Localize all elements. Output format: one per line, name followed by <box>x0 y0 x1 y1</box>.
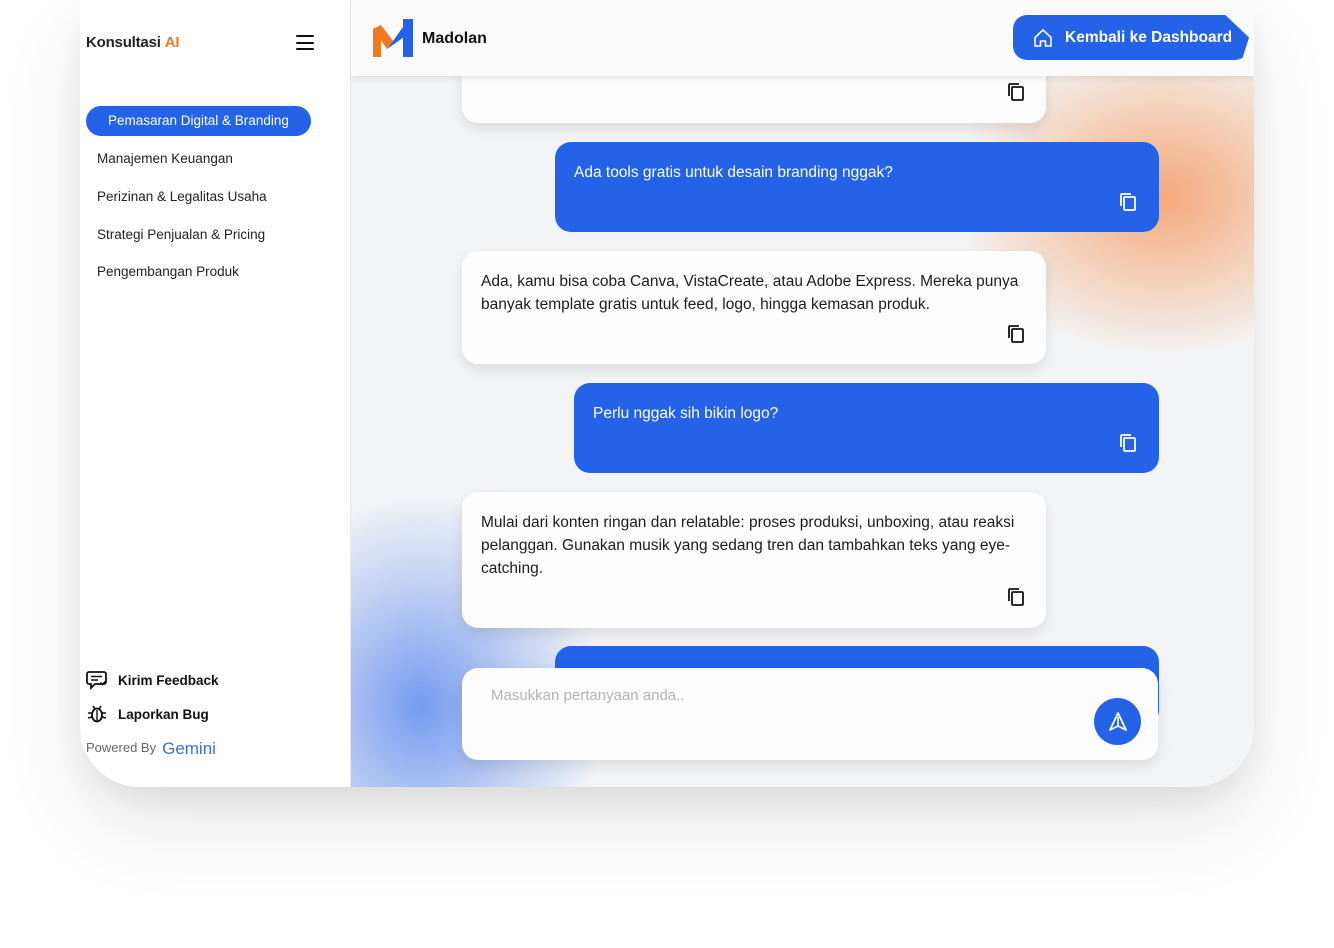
sidebar-brand-text: Konsultasi <box>86 34 161 51</box>
ai-message: Ada, kamu bisa coba Canva, VistaCreate, … <box>462 251 1046 364</box>
message-text: Ada tools gratis untuk desain branding n… <box>574 164 893 181</box>
copy-icon[interactable] <box>1007 82 1025 102</box>
user-message: Ada tools gratis untuk desain branding n… <box>555 142 1159 232</box>
report-bug-button[interactable]: Laporkan Bug <box>86 704 209 724</box>
message-text: Mulai dari konten ringan dan relatable: … <box>481 514 1015 577</box>
back-to-dashboard-label: Kembali ke Dashboard <box>1065 28 1233 46</box>
feedback-label: Kirim Feedback <box>118 672 219 688</box>
copy-icon[interactable] <box>1007 324 1025 344</box>
madolan-logo-icon <box>373 19 413 57</box>
chat-area: Ada tools gratis untuk desain branding n… <box>351 76 1254 787</box>
chat-input[interactable] <box>489 686 1053 705</box>
message-text: Perlu nggak sih bikin logo? <box>593 405 779 422</box>
send-button[interactable] <box>1094 698 1141 745</box>
app-name: Madolan <box>422 30 487 47</box>
feedback-icon <box>86 671 107 690</box>
sidebar-item-pengembangan-produk[interactable]: Pengembangan Produk <box>97 264 239 279</box>
copy-icon[interactable] <box>1119 433 1137 453</box>
hamburger-icon[interactable] <box>296 35 314 51</box>
feedback-button[interactable]: Kirim Feedback <box>86 670 219 690</box>
copy-icon[interactable] <box>1007 587 1025 607</box>
powered-by: Powered By Gemini <box>86 737 216 758</box>
back-to-dashboard-button[interactable]: Kembali ke Dashboard <box>1013 15 1249 60</box>
sidebar-brand-ai: AI <box>164 34 180 51</box>
home-icon <box>1034 28 1052 47</box>
powered-by-label: Powered By <box>86 740 157 755</box>
ai-message <box>462 76 1046 123</box>
sidebar-item-perizinan[interactable]: Perizinan & Legalitas Usaha <box>97 189 267 204</box>
copy-icon[interactable] <box>1119 192 1137 212</box>
sidebar-brand: Konsultasi AI <box>86 34 179 51</box>
top-bar: Madolan Kembali ke Dashboard <box>351 0 1254 76</box>
bug-label: Laporkan Bug <box>118 706 209 722</box>
app-window: Konsultasi AI Pemasaran Digital & Brandin… <box>80 0 1254 787</box>
message-text: Ada, kamu bisa coba Canva, VistaCreate, … <box>481 273 1019 313</box>
chat-input-box <box>462 668 1158 760</box>
sidebar: Konsultasi AI Pemasaran Digital & Brandin… <box>80 0 351 787</box>
sidebar-item-pemasaran-digital[interactable]: Pemasaran Digital & Branding <box>86 106 311 136</box>
sidebar-item-strategi-penjualan[interactable]: Strategi Penjualan & Pricing <box>97 227 265 242</box>
ai-message: Mulai dari konten ringan dan relatable: … <box>462 492 1046 628</box>
gemini-logo: Gemini <box>162 739 216 758</box>
bug-icon <box>87 705 107 723</box>
send-icon <box>1108 711 1127 731</box>
user-message: Perlu nggak sih bikin logo? <box>574 383 1159 473</box>
sidebar-item-manajemen-keuangan[interactable]: Manajemen Keuangan <box>97 151 233 166</box>
